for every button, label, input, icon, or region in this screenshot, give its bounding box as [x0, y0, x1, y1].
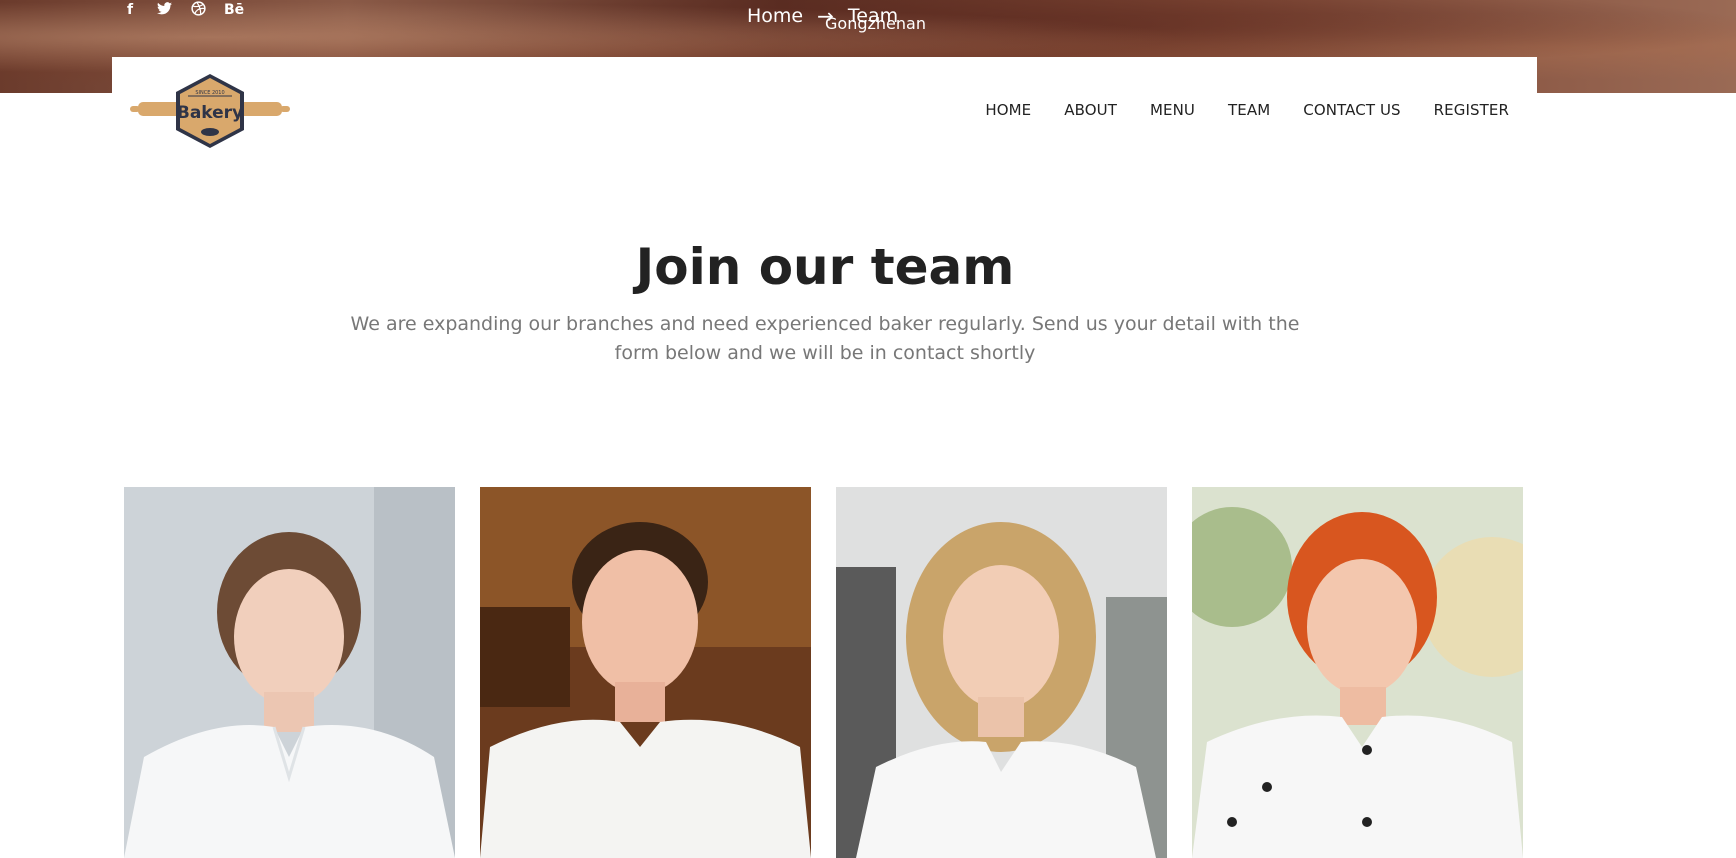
nav-menu[interactable]: MENU	[1150, 101, 1195, 119]
nav-contact-us[interactable]: CONTACT US	[1303, 101, 1400, 119]
nav-team[interactable]: TEAM	[1228, 101, 1270, 119]
team-member-photo[interactable]	[1192, 487, 1523, 858]
team-member-photo[interactable]	[480, 487, 811, 858]
behance-icon[interactable]: Bē	[224, 2, 244, 18]
team-member-photo[interactable]	[124, 487, 455, 858]
facebook-icon[interactable]: f	[122, 2, 138, 18]
site-header: SINCE 2010 Bakery HOME ABOUT MENU TEAM C…	[112, 57, 1537, 161]
nav-home[interactable]: HOME	[985, 101, 1031, 119]
logo-text: Bakery	[177, 103, 243, 123]
twitter-icon[interactable]	[156, 1, 172, 19]
page-subtitle: We are expanding our branches and need e…	[350, 313, 1300, 364]
page-title: Join our team	[635, 238, 1015, 296]
logo-since-text: SINCE 2010	[195, 90, 224, 96]
breadcrumb-home[interactable]: Home	[747, 5, 803, 27]
team-member-photo[interactable]	[836, 487, 1167, 858]
main-nav: HOME ABOUT MENU TEAM CONTACT US REGISTER	[985, 101, 1509, 119]
nav-register[interactable]: REGISTER	[1434, 101, 1509, 119]
bakery-logo[interactable]: SINCE 2010 Bakery	[130, 72, 290, 150]
dribbble-icon[interactable]	[190, 0, 206, 20]
social-links: f Bē	[122, 0, 244, 20]
team-grid	[124, 487, 1523, 858]
user-name: Gongzhenan	[825, 14, 926, 33]
nav-about[interactable]: ABOUT	[1064, 101, 1117, 119]
